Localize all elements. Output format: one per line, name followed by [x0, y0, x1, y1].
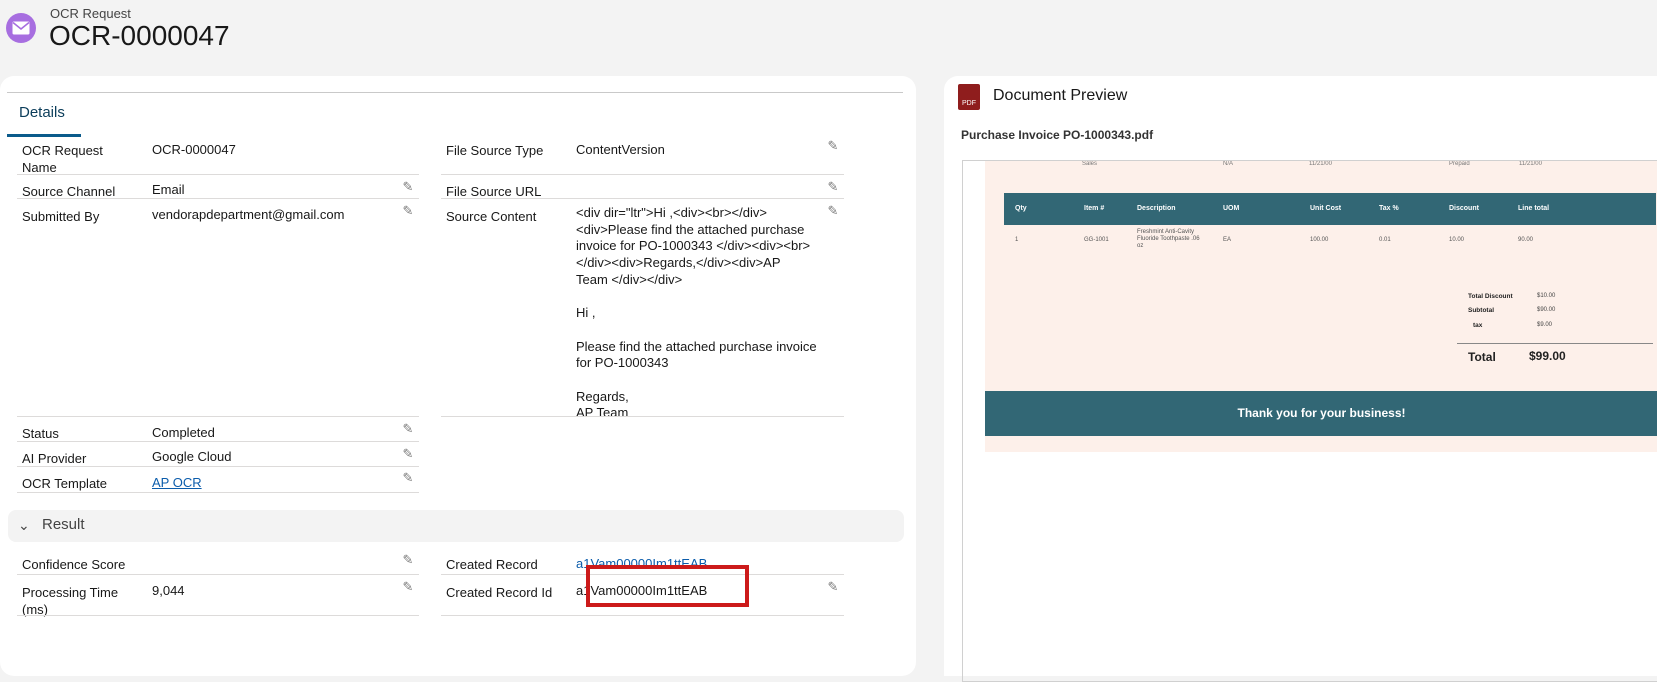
divider	[441, 416, 844, 417]
edit-submitted-by-pencil-icon[interactable]: ✎	[401, 204, 415, 218]
pdf-icon: PDF	[958, 84, 980, 110]
th-uom: UOM	[1223, 205, 1240, 212]
divider	[441, 198, 844, 199]
field-value-ocr-request-name: OCR-0000047	[152, 142, 236, 157]
edit-source-content-pencil-icon[interactable]: ✎	[826, 204, 840, 218]
td-unit-cost: 100.00	[1310, 237, 1329, 243]
highlight-box	[586, 565, 749, 607]
divider	[17, 416, 419, 417]
edit-source-channel-pencil-icon[interactable]: ✎	[401, 180, 415, 194]
td-item: GG-1001	[1084, 237, 1109, 243]
edit-ocr-template-pencil-icon[interactable]: ✎	[401, 471, 415, 485]
divider	[441, 615, 844, 616]
th-description: Description	[1137, 205, 1176, 212]
object-label: OCR Request	[50, 6, 131, 21]
field-label-status: Status	[22, 426, 59, 441]
field-label-ocr-request-name: OCR Request Name	[22, 143, 103, 175]
tab-details[interactable]: Details	[7, 94, 81, 137]
divider	[17, 441, 419, 442]
divider	[17, 492, 419, 493]
edit-file-source-type-pencil-icon[interactable]: ✎	[826, 139, 840, 153]
th-item: Item #	[1084, 205, 1105, 212]
subtotal-value: $90.00	[1537, 307, 1556, 313]
tax-value: $9.00	[1537, 322, 1553, 328]
th-discount: Discount	[1449, 205, 1479, 212]
field-label-ocr-template: OCR Template	[22, 476, 108, 491]
td-description: Freshmint Anti-Cavity Fluoride Toothpast…	[1137, 229, 1200, 249]
divider	[17, 574, 419, 575]
invoice-fragment: 11/21/00	[1519, 161, 1542, 167]
td-uom: EA	[1223, 237, 1232, 243]
totals-divider	[1457, 343, 1653, 344]
record-header: OCR Request OCR-0000047	[0, 0, 1657, 72]
pdf-viewer[interactable]: Sales N/A 11/21/00 Prepaid 11/21/00 Qty …	[962, 160, 1657, 682]
invoice-fragment: 11/21/00	[1309, 161, 1332, 167]
invoice-fragment: N/A	[1223, 161, 1234, 167]
section-title: Result	[42, 516, 85, 533]
td-qty: 1	[1015, 237, 1019, 243]
field-value-source-channel: Email	[152, 182, 185, 197]
page-title: OCR-0000047	[49, 20, 230, 51]
edit-processing-time-pencil-icon[interactable]: ✎	[401, 580, 415, 594]
field-value-source-content: <div dir="ltr">Hi ,<div><br></div> <div>…	[576, 205, 817, 421]
grand-total-label: Total	[1468, 350, 1496, 364]
field-label-source-content: Source Content	[446, 209, 537, 224]
invoice-page: Sales N/A 11/21/00 Prepaid 11/21/00 Qty …	[985, 161, 1657, 452]
field-label-ai-provider: AI Provider	[22, 451, 87, 466]
td-line-total: 90.00	[1518, 237, 1534, 243]
document-preview-title: Document Preview	[993, 87, 1128, 104]
details-card: Details OCR Request Name OCR-0000047 Sou…	[0, 76, 916, 676]
edit-status-pencil-icon[interactable]: ✎	[401, 422, 415, 436]
grand-total-value: $99.00	[1529, 349, 1566, 363]
field-value-processing-time: 9,044	[152, 583, 185, 598]
divider	[441, 174, 844, 175]
th-unit-cost: Unit Cost	[1310, 205, 1342, 212]
edit-file-source-url-pencil-icon[interactable]: ✎	[826, 180, 840, 194]
field-label-processing-time: Processing Time (ms)	[22, 585, 119, 617]
envelope-icon	[6, 13, 36, 43]
field-label-file-source-type: File Source Type	[446, 143, 544, 158]
field-label-submitted-by: Submitted By	[22, 209, 100, 224]
divider	[17, 466, 419, 467]
tab-bar	[7, 92, 903, 93]
edit-ai-provider-pencil-icon[interactable]: ✎	[401, 447, 415, 461]
result-section-header[interactable]: ⌄ Result	[8, 510, 904, 542]
th-qty: Qty	[1015, 205, 1027, 212]
edit-confidence-score-pencil-icon[interactable]: ✎	[401, 553, 415, 567]
invoice-fragment: Sales	[1082, 161, 1098, 167]
total-discount-label: Total Discount	[1468, 293, 1513, 300]
field-label-created-record-id: Created Record Id	[446, 585, 553, 600]
edit-created-record-id-pencil-icon[interactable]: ✎	[826, 580, 840, 594]
subtotal-label: Subtotal	[1468, 307, 1494, 314]
field-label-confidence-score: Confidence Score	[22, 557, 126, 572]
file-name[interactable]: Purchase Invoice PO-1000343.pdf	[961, 128, 1153, 142]
invoice-fragment: Prepaid	[1449, 161, 1470, 167]
field-value-file-source-type: ContentVersion	[576, 142, 665, 157]
field-value-status: Completed	[152, 425, 215, 440]
total-discount-value: $10.00	[1537, 293, 1556, 299]
th-tax: Tax %	[1379, 205, 1399, 212]
tab-label: Details	[19, 104, 65, 121]
ocr-template-link[interactable]: AP OCR	[152, 474, 202, 491]
th-line-total: Line total	[1518, 205, 1550, 212]
divider	[17, 174, 419, 175]
chevron-down-icon: ⌄	[18, 517, 30, 533]
divider	[17, 615, 419, 616]
divider	[17, 198, 419, 199]
field-value-submitted-by: vendorapdepartment@gmail.com	[152, 207, 345, 222]
tax-label: tax	[1473, 322, 1483, 329]
thank-you-text: Thank you for your business!	[1237, 406, 1406, 420]
field-label-created-record: Created Record	[446, 557, 538, 572]
td-tax: 0.01	[1379, 237, 1391, 243]
document-preview-card: PDF Document Preview Purchase Invoice PO…	[944, 76, 1657, 682]
field-value-ai-provider: Google Cloud	[152, 449, 232, 464]
thank-you-banner: Thank you for your business!	[985, 391, 1657, 436]
td-discount: 10.00	[1449, 237, 1465, 243]
invoice-table-header: Qty Item # Description UOM Unit Cost Tax…	[1004, 193, 1656, 225]
